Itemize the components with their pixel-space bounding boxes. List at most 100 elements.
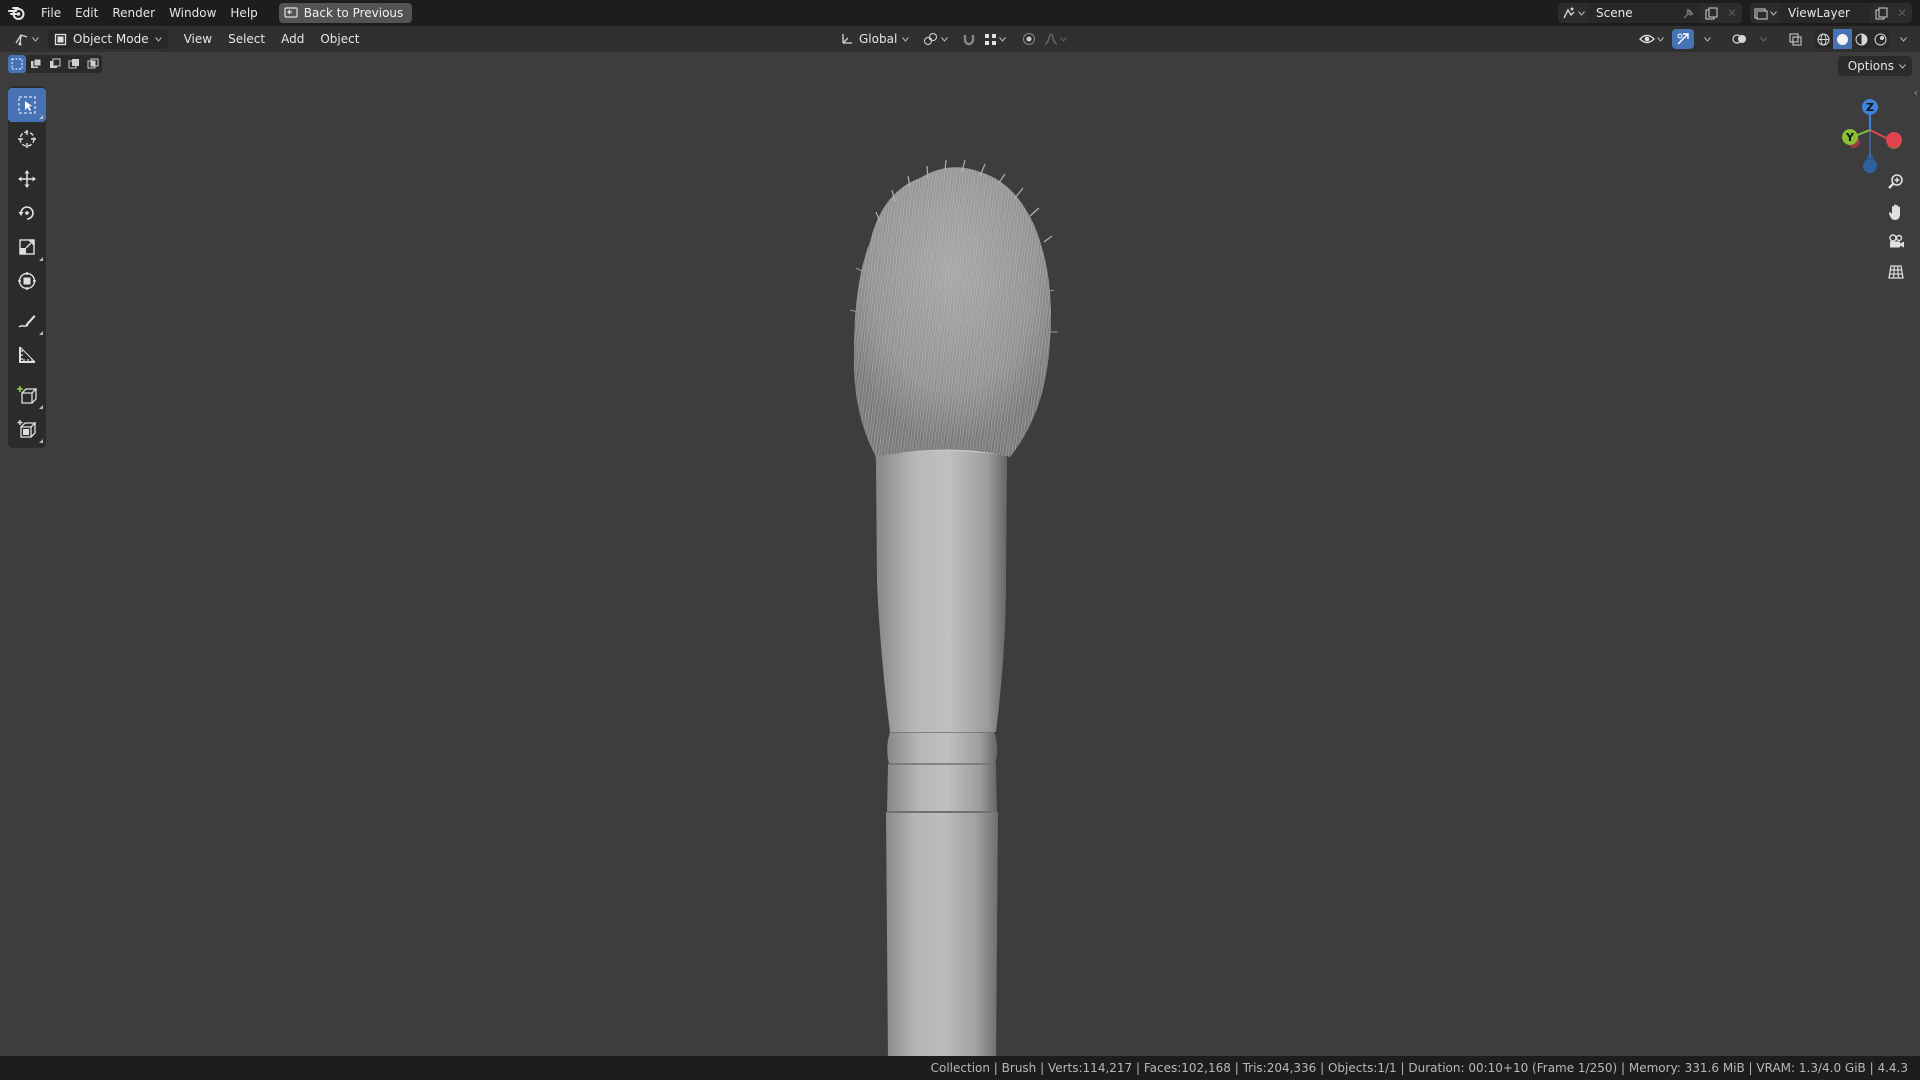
tool-move[interactable] (8, 162, 46, 196)
select-intersect-icon (87, 58, 99, 70)
shading-material-button[interactable] (1852, 29, 1871, 49)
chevron-down-icon (1657, 36, 1664, 42)
sidebar-toggle-arrow[interactable]: ‹ (1914, 86, 1918, 99)
falloff-curve-icon (1044, 33, 1058, 45)
select-subtract-icon (49, 58, 61, 70)
add-cube-icon (17, 385, 37, 405)
snap-target-dropdown[interactable] (984, 29, 1007, 49)
header-menu-object[interactable]: Object (312, 32, 367, 46)
menu-render[interactable]: Render (105, 2, 162, 24)
select-mode-intersect-button[interactable] (84, 55, 102, 73)
editor-type-button[interactable] (10, 29, 42, 49)
perspective-toggle-button[interactable] (1882, 258, 1910, 286)
show-gizmo-toggle[interactable] (1672, 29, 1694, 49)
select-mode-set-button[interactable] (8, 55, 26, 73)
top-right-controls: Scene ✕ ViewLayer ✕ (1558, 0, 1920, 26)
annotate-pencil-icon (17, 311, 37, 331)
transform-settings: Global (836, 29, 1068, 49)
header-menu-select[interactable]: Select (220, 32, 273, 46)
scene-browse-button[interactable] (1558, 3, 1588, 23)
chevron-down-icon (902, 36, 910, 42)
object-visibility-dropdown[interactable] (1639, 29, 1664, 49)
gizmo-x[interactable] (1886, 132, 1902, 148)
back-to-previous-button[interactable]: Back to Previous (278, 3, 413, 23)
show-overlays-toggle[interactable] (1728, 29, 1750, 49)
view-layer-name-field[interactable]: ViewLayer (1780, 3, 1870, 23)
blender-logo-icon[interactable] (0, 0, 34, 26)
tool-shelf (8, 86, 46, 448)
tool-annotate[interactable] (8, 304, 46, 338)
shading-wireframe-button[interactable] (1814, 29, 1833, 49)
duplicate-icon (1705, 7, 1718, 20)
chevron-down-icon (941, 36, 949, 42)
pivot-point-dropdown[interactable] (923, 29, 949, 49)
menu-edit[interactable]: Edit (68, 2, 105, 24)
menu-help[interactable]: Help (223, 2, 264, 24)
tool-scale[interactable] (8, 230, 46, 264)
remove-scene-button[interactable]: ✕ (1722, 3, 1742, 23)
mode-label: Object Mode (73, 32, 149, 46)
scene-statistics: Collection | Brush | Verts:114,217 | Fac… (930, 1061, 1908, 1075)
remove-view-layer-button[interactable]: ✕ (1892, 3, 1912, 23)
select-mode-subtract-button[interactable] (46, 55, 64, 73)
tool-variants-indicator (39, 405, 43, 409)
tool-select-box[interactable] (8, 88, 46, 122)
move-arrows-icon (17, 169, 37, 189)
proportional-editing-toggle[interactable] (1018, 29, 1040, 49)
tool-cursor[interactable] (8, 122, 46, 156)
chevron-down-icon (1060, 36, 1068, 42)
view-layer-browse-button[interactable] (1750, 3, 1780, 23)
gizmo-neg-z[interactable] (1863, 159, 1877, 173)
xray-toggle[interactable] (1784, 29, 1806, 49)
tool-add-cube[interactable] (8, 378, 46, 412)
overlays-dropdown[interactable] (1752, 29, 1774, 49)
shading-mode-group (1814, 29, 1890, 49)
zoom-view-button[interactable] (1882, 168, 1910, 196)
gizmo-dropdown[interactable] (1696, 29, 1718, 49)
header-menu-add[interactable]: Add (273, 32, 312, 46)
chevron-down-icon (1899, 36, 1907, 42)
new-view-layer-button[interactable] (1870, 3, 1892, 23)
chevron-down-icon (154, 36, 162, 42)
view-layer-name-label: ViewLayer (1788, 6, 1850, 20)
options-dropdown[interactable]: Options (1837, 56, 1912, 76)
tool-measure[interactable] (8, 338, 46, 372)
pan-view-button[interactable] (1882, 198, 1910, 226)
proportional-falloff-dropdown[interactable] (1044, 29, 1068, 49)
top-menu-bar: File Edit Render Window Help Back to Pre… (0, 0, 1920, 26)
pin-icon[interactable] (1683, 8, 1694, 19)
scale-icon (17, 237, 37, 257)
zoom-magnifier-icon (1887, 173, 1905, 191)
xray-icon (1789, 33, 1802, 46)
camera-view-button[interactable] (1882, 228, 1910, 256)
measure-ruler-icon (17, 345, 37, 365)
select-mode-extend-button[interactable] (27, 55, 45, 73)
3d-viewport[interactable]: Options ‹ Y Z (0, 52, 1920, 1056)
tool-transform[interactable] (8, 264, 46, 298)
wireframe-sphere-icon (1817, 33, 1830, 46)
solid-sphere-icon (1836, 33, 1849, 46)
view-layer-selector: ViewLayer ✕ (1750, 3, 1912, 23)
scene-name-field[interactable]: Scene (1588, 3, 1700, 23)
scene-selector: Scene ✕ (1558, 3, 1742, 23)
view-navigation-buttons (1882, 168, 1910, 286)
back-to-previous-label: Back to Previous (303, 6, 404, 20)
tool-add-object[interactable] (8, 412, 46, 446)
brush-object[interactable] (810, 112, 1110, 1056)
transform-icon (17, 271, 37, 291)
shading-rendered-button[interactable] (1871, 29, 1890, 49)
3d-viewport-icon (14, 32, 30, 46)
transform-orientation-dropdown[interactable]: Global (836, 29, 913, 49)
header-menu-view[interactable]: View (176, 32, 220, 46)
tool-variants-indicator (39, 257, 43, 261)
menu-file[interactable]: File (34, 2, 68, 24)
new-scene-button[interactable] (1700, 3, 1722, 23)
shading-solid-button[interactable] (1833, 29, 1852, 49)
menu-window[interactable]: Window (162, 2, 223, 24)
select-mode-invert-button[interactable] (65, 55, 83, 73)
options-label: Options (1847, 59, 1894, 73)
shading-options-dropdown[interactable] (1892, 29, 1914, 49)
mode-dropdown[interactable]: Object Mode (48, 29, 168, 49)
snap-toggle[interactable] (958, 29, 980, 49)
tool-rotate[interactable] (8, 196, 46, 230)
